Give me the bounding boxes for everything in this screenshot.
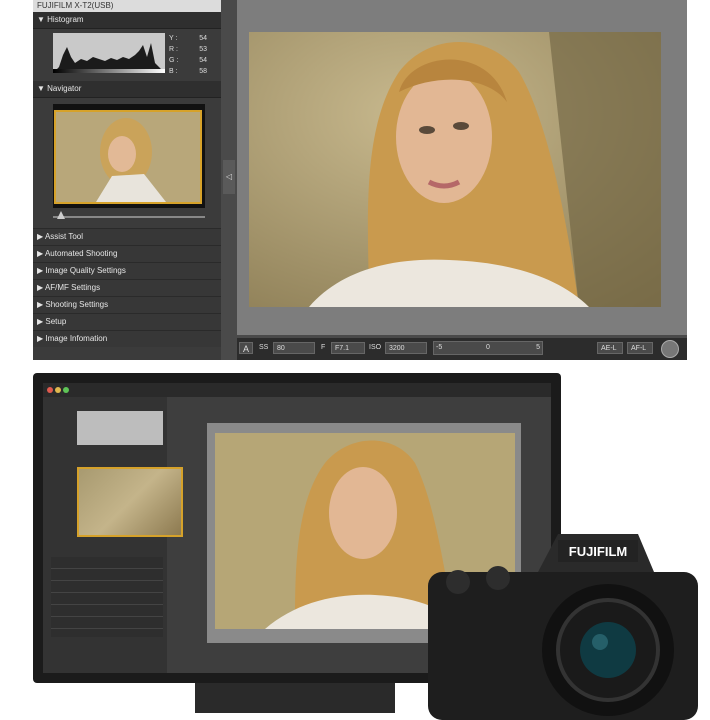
- menu-automated-shooting[interactable]: ▶ Automated Shooting: [33, 245, 221, 262]
- ev-minus-label: -5: [436, 344, 443, 351]
- camera-brand-text: FUJIFILM: [569, 544, 628, 559]
- shutter-speed-label: SS: [259, 344, 269, 351]
- menu-image-information[interactable]: ▶ Image Infomation: [33, 330, 221, 347]
- histogram-value-row: Y :54: [169, 35, 207, 42]
- sidebar: FUJIFILM X-T2(USB) ▼ Histogram Y :54 R :…: [33, 0, 221, 360]
- histogram-label: Histogram: [47, 15, 84, 24]
- screen-histogram: [77, 411, 163, 445]
- exposure-compensation-scale[interactable]: -5 0 5: [433, 341, 543, 355]
- live-view-image[interactable]: [249, 32, 661, 307]
- tether-app-window: FUJIFILM X-T2(USB) ▼ Histogram Y :54 R :…: [33, 0, 687, 360]
- menu-shooting-settings[interactable]: ▶ Shooting Settings: [33, 296, 221, 313]
- monitor-stand: [195, 683, 395, 713]
- product-photo: FUJIFILM: [0, 367, 710, 720]
- ev-plus-label: 5: [536, 344, 540, 351]
- ev-zero-label: 0: [486, 344, 490, 351]
- shutter-release-button[interactable]: [661, 340, 679, 358]
- close-dot-icon: [47, 387, 53, 393]
- screen-titlebar: [43, 383, 551, 397]
- histogram-plot: [53, 33, 165, 73]
- exposure-mode-select[interactable]: A: [239, 342, 254, 354]
- aperture-field[interactable]: F7.1: [331, 342, 365, 354]
- zoom-slider-track[interactable]: [53, 216, 205, 218]
- navigator-label: Navigator: [47, 84, 82, 93]
- camera-selector[interactable]: FUJIFILM X-T2(USB): [33, 0, 221, 12]
- histogram-value-row: B :58: [169, 68, 207, 75]
- shooting-control-bar: A SS 80 F F7.1 ISO 3200 -5 0 5 AE-L AF-L: [237, 338, 687, 360]
- iso-field[interactable]: 3200: [385, 342, 427, 354]
- menu-image-quality[interactable]: ▶ Image Quality Settings: [33, 262, 221, 279]
- camera-illustration: FUJIFILM: [428, 534, 698, 720]
- menu-setup[interactable]: ▶ Setup: [33, 313, 221, 330]
- image-viewer: [237, 0, 687, 335]
- zoom-slider-handle[interactable]: [57, 211, 65, 219]
- aperture-label: F: [321, 344, 326, 351]
- shutter-speed-field[interactable]: 80: [273, 342, 315, 354]
- navigator-header[interactable]: ▼ Navigator: [33, 81, 221, 98]
- screen-menu-list: [51, 557, 163, 637]
- histogram-header[interactable]: ▼ Histogram: [33, 12, 221, 29]
- iso-label: ISO: [369, 344, 382, 351]
- menu-assist-tool[interactable]: ▶ Assist Tool: [33, 228, 221, 245]
- maximize-dot-icon: [63, 387, 69, 393]
- minimize-dot-icon: [55, 387, 61, 393]
- portrait-photo: [249, 32, 661, 307]
- navigator-frame: [53, 104, 205, 208]
- screen-sidebar: [43, 397, 183, 673]
- histogram-panel: Y :54 R :53 G :54 B :58: [33, 29, 221, 81]
- portrait-thumbnail-image: [56, 112, 200, 202]
- ae-lock-button[interactable]: AE-L: [597, 342, 623, 354]
- collapse-sidebar-button[interactable]: ◁: [223, 160, 235, 194]
- histogram-value-row: G :54: [169, 57, 207, 64]
- histogram-values: Y :54 R :53 G :54 B :58: [169, 33, 217, 77]
- af-lock-button[interactable]: AF-L: [627, 342, 653, 354]
- menu-af-mf[interactable]: ▶ AF/MF Settings: [33, 279, 221, 296]
- histogram-value-row: R :53: [169, 46, 207, 53]
- navigator-thumbnail[interactable]: [54, 110, 202, 204]
- screen-navigator-thumb: [77, 467, 183, 537]
- collapse-arrow-icon: ◁: [225, 172, 233, 181]
- navigator-panel: [33, 98, 221, 228]
